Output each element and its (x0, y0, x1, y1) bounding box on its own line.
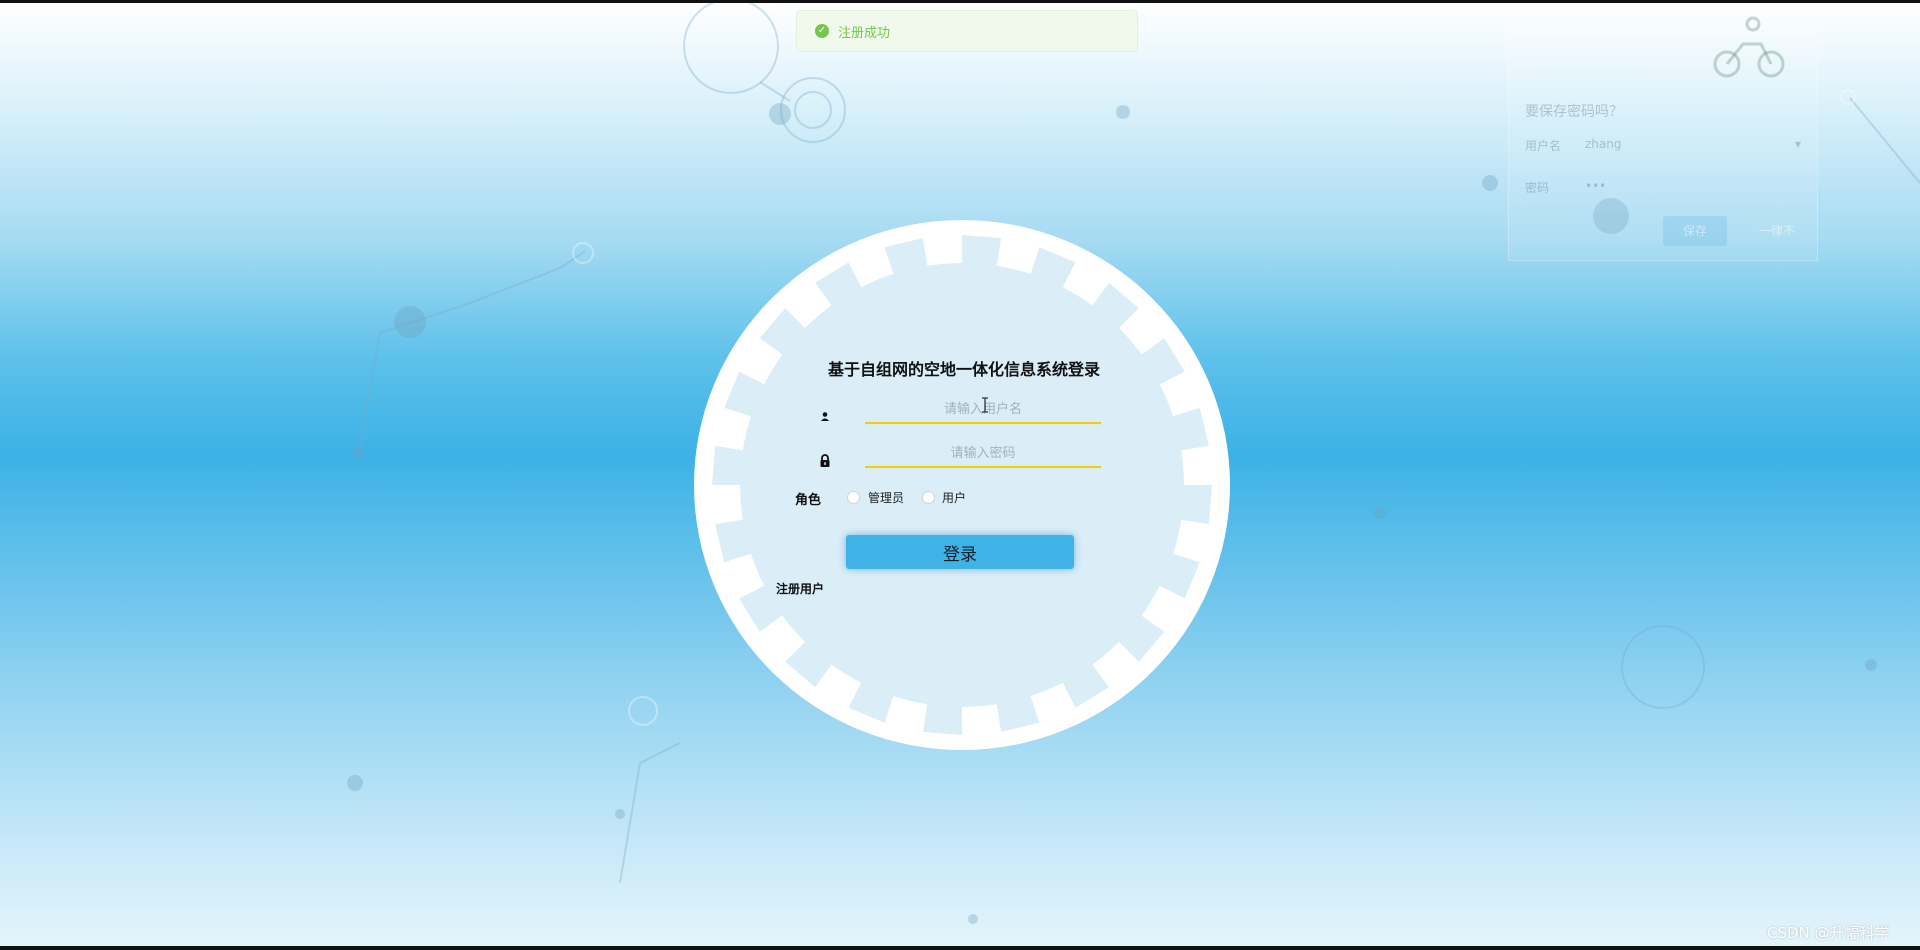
lock-icon (820, 454, 830, 467)
text-cursor-icon (982, 397, 988, 413)
password-input[interactable] (865, 440, 1101, 468)
chevron-down-icon[interactable]: ▾ (1795, 137, 1801, 151)
dialog-cancel-button[interactable]: 一律不 (1759, 222, 1795, 239)
toast-message: 注册成功 (838, 25, 891, 41)
role-radio-user[interactable] (922, 491, 935, 504)
user-icon (821, 412, 829, 421)
dialog-password-value[interactable]: ••• (1585, 179, 1606, 193)
page-title: 基于自组网的空地一体化信息系统登录 (827, 360, 1100, 379)
role-label: 角色 (795, 493, 822, 508)
check-circle-icon: ✓ (815, 24, 829, 38)
register-link[interactable]: 注册用户 (776, 580, 824, 597)
role-admin-label[interactable]: 管理员 (868, 489, 904, 506)
save-password-dialog: 要保存密码吗？ 用户名 zhang ▾ 密码 ••• 保存 一律不 (1508, 3, 1818, 261)
dialog-username-label: 用户名 (1525, 139, 1562, 153)
dialog-title: 要保存密码吗？ (1525, 104, 1623, 120)
dialog-save-button[interactable]: 保存 (1663, 216, 1727, 246)
login-form: 基于自组网的空地一体化信息系统登录 角色 管理员 用户 登录 注册用户 (694, 220, 1230, 750)
login-page: 要保存密码吗？ 用户名 zhang ▾ 密码 ••• 保存 一律不 ✓ 注册成功… (0, 3, 1920, 946)
dialog-password-label: 密码 (1525, 181, 1550, 195)
dialog-username-row: 用户名 zhang ▾ (1525, 137, 1801, 154)
role-radio-admin[interactable] (847, 491, 860, 504)
cyclist-icon (1713, 16, 1785, 78)
success-toast: ✓ 注册成功 (796, 10, 1138, 52)
watermark: CSDN @升幅科学 (1767, 924, 1890, 942)
login-button[interactable]: 登录 (846, 535, 1074, 569)
dialog-username-value[interactable]: zhang (1585, 137, 1621, 151)
role-user-label[interactable]: 用户 (942, 489, 966, 506)
dialog-password-row: 密码 ••• (1525, 179, 1606, 196)
